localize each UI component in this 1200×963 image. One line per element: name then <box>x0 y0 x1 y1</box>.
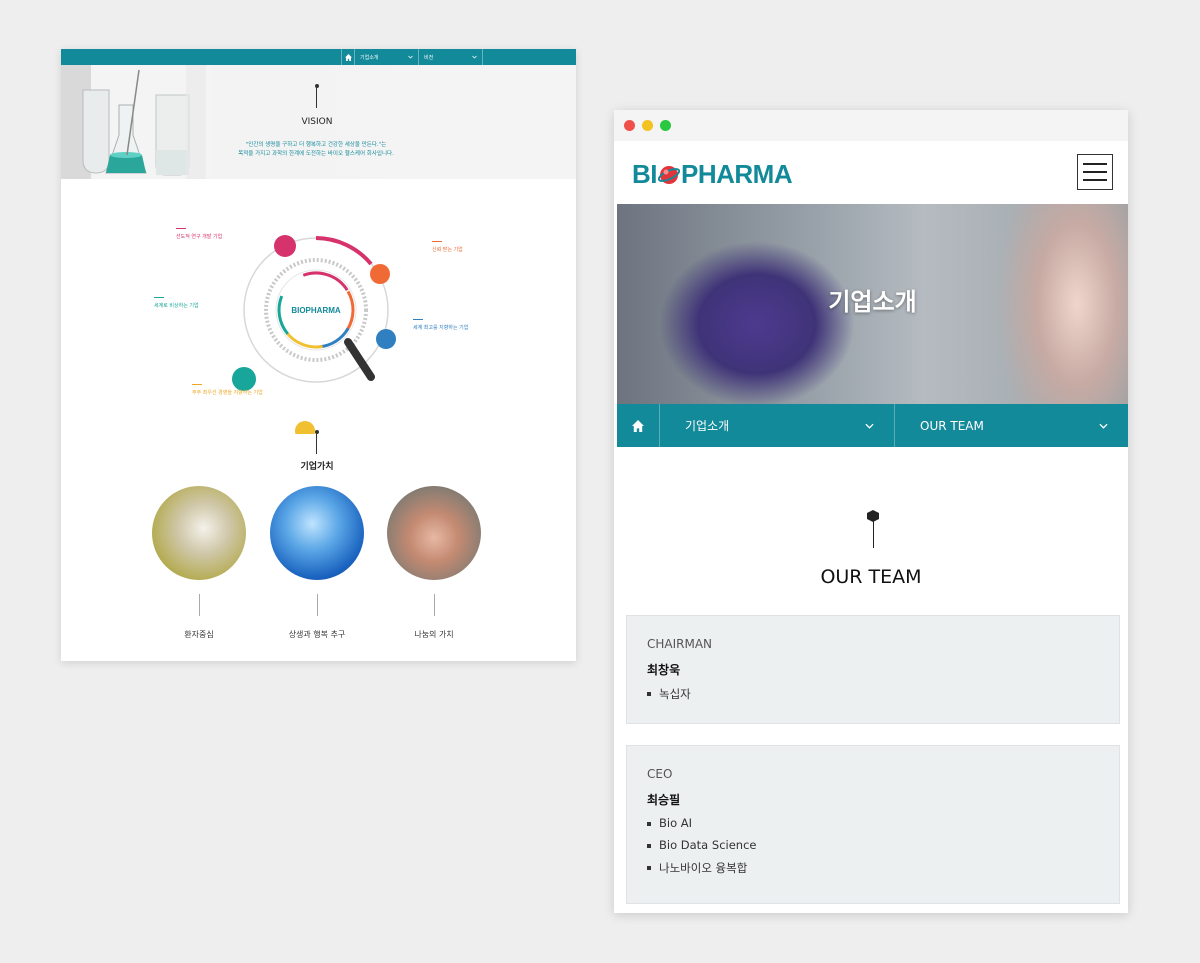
diagram-label-shareholder: 주주 최우선 경영을 지향하는 기업 <box>192 384 263 396</box>
list-item: 녹십자 <box>647 686 1099 702</box>
section-select-label: 기업소개 <box>685 419 730 433</box>
value-label: 나눔의 가치 <box>414 630 454 639</box>
diagram-label-best: 세계 최고를 지향하는 기업 <box>413 319 468 331</box>
divider <box>434 594 435 616</box>
logo-text-post: PHARMA <box>681 159 793 189</box>
vision-diagram: BIOPHARMA <box>232 235 396 434</box>
desktop-nav-select-label: 기업소개 <box>360 54 379 61</box>
vision-hero: VISION "인간의 생명을 구하고 더 행복하고 건강한 세상을 만든다."… <box>61 65 576 179</box>
mobile-sub-nav: 기업소개 OUR TEAM <box>617 404 1128 447</box>
logo-text-pre: BI <box>632 159 658 189</box>
member-affiliations: Bio AI Bio Data Science 나노바이오 융복합 <box>647 816 1099 876</box>
value-label: 상생과 행복 추구 <box>288 630 346 639</box>
desktop-nav-bar: 기업소개 비전 <box>61 49 576 65</box>
hamburger-menu-button[interactable] <box>1077 154 1113 190</box>
member-role: CHAIRMAN <box>647 637 713 651</box>
chevron-down-icon <box>1099 423 1108 429</box>
shareholder-icon <box>295 421 315 434</box>
menu-icon-line <box>1083 171 1107 173</box>
mobile-header: BI PHARMA <box>614 141 1128 204</box>
desktop-nav-select-label: 비전 <box>424 54 434 61</box>
menu-icon-line <box>1083 163 1107 165</box>
banner-title: 기업소개 <box>828 288 917 316</box>
diagram-center-logo: BIOPHARMA <box>291 306 341 315</box>
diagram-label-global: 세계로 비상하는 기업 <box>154 297 199 309</box>
sharing-value-image <box>387 486 481 580</box>
member-name: 최승필 <box>647 793 681 807</box>
lab-flasks-image <box>61 65 206 179</box>
desktop-page-mockup: 기업소개 비전 VISION "인간의 생명을 구하고 더 행복하고 건강한 세… <box>61 49 576 661</box>
page-title: OUR TEAM <box>820 566 922 588</box>
browser-chrome <box>614 110 1128 141</box>
trust-icon <box>370 264 390 284</box>
chevron-down-icon <box>865 423 874 429</box>
home-icon <box>344 53 352 61</box>
patient-centered-image <box>152 486 246 580</box>
values-pin-marker <box>314 430 319 454</box>
home-button[interactable] <box>617 404 660 447</box>
menu-icon-line <box>1083 179 1107 181</box>
list-item: 나노바이오 융복합 <box>647 860 1099 876</box>
member-role: CEO <box>647 767 673 781</box>
vision-title: VISION <box>301 117 333 127</box>
list-item: Bio Data Science <box>647 838 1099 852</box>
divider <box>199 594 200 616</box>
section-select[interactable]: 기업소개 <box>660 404 895 447</box>
member-affiliations: 녹십자 <box>647 686 1099 702</box>
minimize-window-dot[interactable] <box>642 120 653 131</box>
medal-icon <box>376 329 396 349</box>
home-button[interactable] <box>341 49 355 65</box>
diagram-label-trust: 신뢰 받는 기업 <box>432 241 463 253</box>
diagram-label-research: 선도적 연구 개발 기업 <box>176 228 222 240</box>
list-item: Bio AI <box>647 816 1099 830</box>
logo-globe-icon <box>658 165 680 184</box>
team-pin-marker <box>873 512 874 548</box>
vision-pin-marker <box>314 84 319 108</box>
mobile-page-mockup: BI PHARMA 기업소개 기업소개 OUR TEAM OUR TEAM CH… <box>614 110 1128 913</box>
page-banner: 기업소개 <box>617 204 1128 404</box>
values-title: 기업가치 <box>300 462 334 472</box>
close-window-dot[interactable] <box>624 120 635 131</box>
maximize-window-dot[interactable] <box>660 120 671 131</box>
chevron-down-icon <box>408 55 413 59</box>
research-icon <box>274 235 296 257</box>
team-member-card: CEO 최승필 Bio AI Bio Data Science 나노바이오 융복… <box>626 745 1120 904</box>
home-icon <box>632 419 644 432</box>
page-select-label: OUR TEAM <box>920 418 984 433</box>
chevron-down-icon <box>472 55 477 59</box>
page-select[interactable]: OUR TEAM <box>895 404 1128 447</box>
member-name: 최창욱 <box>647 663 681 677</box>
biopharma-logo[interactable]: BI PHARMA <box>632 159 793 190</box>
team-member-card: CHAIRMAN 최창욱 녹십자 <box>626 615 1120 724</box>
vision-statement-line: 목적을 가지고 과학의 한계에 도전하는 바이오 헬스케어 회사입니다. <box>238 151 394 157</box>
vision-statement: "인간의 생명을 구하고 더 행복하고 건강한 세상을 만든다."는 목적을 가… <box>211 141 421 159</box>
desktop-nav-select-page[interactable]: 비전 <box>419 49 483 65</box>
vision-statement-line: "인간의 생명을 구하고 더 행복하고 건강한 세상을 만든다."는 <box>245 142 387 148</box>
value-label: 환자중심 <box>184 630 214 639</box>
desktop-nav-select-section[interactable]: 기업소개 <box>355 49 419 65</box>
globe-icon <box>232 367 256 391</box>
mutual-growth-image <box>270 486 364 580</box>
divider <box>317 594 318 616</box>
